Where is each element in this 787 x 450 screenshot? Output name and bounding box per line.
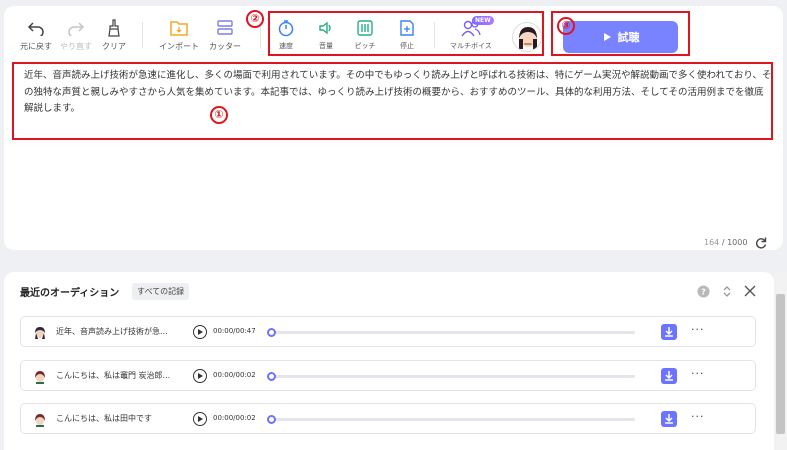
audition-text: 近年、音声読み上げ技術が急... — [56, 327, 168, 336]
broom-icon — [103, 18, 125, 38]
audition-row[interactable]: 近年、音声読み上げ技術が急... 00:00/00:47 ··· — [20, 316, 756, 347]
annotation-box-1 — [12, 62, 773, 140]
more-icon[interactable]: ··· — [691, 367, 705, 380]
play-icon[interactable] — [193, 369, 207, 383]
help-icon[interactable]: ? — [696, 284, 710, 298]
char-max: / 1000 — [719, 238, 748, 247]
download-icon[interactable] — [661, 324, 677, 340]
redo-icon — [65, 18, 87, 38]
scrollbar-thumb[interactable] — [776, 294, 785, 434]
play-icon[interactable] — [193, 325, 207, 339]
more-icon[interactable]: ··· — [691, 410, 705, 423]
scrollbar[interactable] — [774, 272, 787, 450]
progress-knob[interactable] — [267, 372, 276, 381]
redo-label: やり直す — [60, 42, 92, 51]
voice-avatar-icon — [33, 412, 47, 427]
recent-auditions-panel: 最近のオーディション すべての記録 ? 近年、音声読み上げ技術が急... 00:… — [4, 272, 774, 450]
close-icon[interactable] — [743, 284, 757, 298]
annotation-box-2 — [268, 11, 544, 56]
download-icon[interactable] — [661, 368, 677, 384]
progress-track[interactable] — [269, 418, 635, 421]
download-icon[interactable] — [661, 411, 677, 427]
clear-button[interactable]: クリア — [102, 18, 126, 52]
toolbar-divider — [142, 22, 143, 48]
import-label: インポート — [159, 42, 199, 51]
annotation-number-3: ③ — [557, 17, 575, 35]
progress-knob[interactable] — [267, 415, 276, 424]
audition-row[interactable]: こんにちは、私は田中です 00:00/00:02 ··· — [20, 403, 756, 434]
annotation-box-3 — [551, 11, 690, 56]
undo-label: 元に戻す — [20, 42, 52, 51]
audition-time: 00:00/00:02 — [213, 371, 256, 379]
undo-icon — [25, 18, 47, 38]
more-icon[interactable]: ··· — [691, 323, 705, 336]
all-records-button[interactable]: すべての記録 — [132, 283, 190, 300]
audition-row[interactable]: こんにちは、私は竈門 炭治郎... 00:00/00:02 ··· — [20, 360, 756, 391]
char-count: 164 — [704, 238, 720, 247]
annotation-number-2: ② — [246, 10, 264, 28]
progress-track[interactable] — [269, 331, 635, 334]
voice-avatar-icon — [33, 369, 47, 384]
audition-text: こんにちは、私は田中です — [56, 414, 152, 423]
import-button[interactable]: インポート — [159, 18, 199, 52]
redo-button[interactable]: やり直す — [60, 18, 92, 52]
cutter-icon — [214, 18, 236, 38]
audition-time: 00:00/00:47 — [213, 327, 256, 335]
audition-text: こんにちは、私は竈門 炭治郎... — [56, 371, 171, 380]
annotation-number-1: ① — [210, 106, 228, 124]
voice-avatar-icon — [33, 325, 47, 339]
recent-title: 最近のオーディション — [20, 288, 120, 299]
folder-import-icon — [168, 18, 190, 38]
cutter-label: カッター — [209, 42, 241, 51]
progress-track[interactable] — [269, 375, 635, 378]
sort-icon[interactable] — [720, 284, 734, 298]
audition-time: 00:00/00:02 — [213, 414, 256, 422]
progress-knob[interactable] — [267, 328, 276, 337]
refresh-icon[interactable] — [754, 235, 768, 249]
play-icon[interactable] — [193, 412, 207, 426]
char-counter: 164 / 1000 — [704, 238, 747, 247]
undo-button[interactable]: 元に戻す — [20, 18, 52, 52]
svg-text:?: ? — [701, 287, 706, 296]
cutter-button[interactable]: カッター — [209, 18, 241, 52]
clear-label: クリア — [102, 42, 126, 51]
